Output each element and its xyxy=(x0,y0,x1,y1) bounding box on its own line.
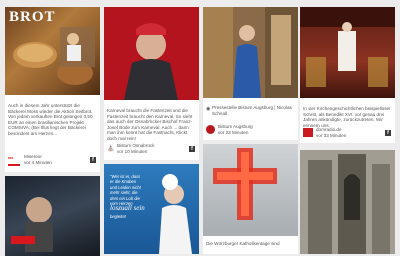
bistum-augsburg-logo xyxy=(206,125,215,134)
cathedral-facade xyxy=(300,150,395,254)
post-source[interactable]: Bistum Augsburg xyxy=(218,124,253,130)
facebook-icon[interactable]: f xyxy=(189,146,195,152)
image-headline: BROT xyxy=(9,9,56,25)
facebook-icon[interactable]: f xyxy=(90,157,96,163)
post-image-cross[interactable] xyxy=(203,144,298,236)
post-meta: domradio.de vor 33 Minuten f xyxy=(303,127,392,141)
post-source[interactable]: Bistum Osnabrück xyxy=(117,143,155,149)
neon-cross xyxy=(213,148,277,220)
post-card-wuerzburg[interactable]: Die Würzburger Katholikentage sind xyxy=(203,144,298,254)
post-card-misereor[interactable]: BROT Auch in diesem Jahr unterstützt die… xyxy=(5,7,100,172)
post-image-bishop[interactable] xyxy=(104,7,199,100)
post-image-cathedral[interactable] xyxy=(300,150,395,254)
post-card-cathedral[interactable] xyxy=(300,150,395,254)
post-meta: ⛪ Bistum Osnabrück vor 10 Minuten f xyxy=(107,143,196,157)
post-image-bread[interactable]: BROT xyxy=(5,7,100,95)
post-meta: Bistum Augsburg vor 23 Minuten xyxy=(206,124,295,138)
post-image-man[interactable] xyxy=(5,176,100,256)
man-portrait xyxy=(11,197,53,252)
post-image-church-interior[interactable] xyxy=(300,7,395,98)
post-text: In vier Kirchengeschichtlichen beispiell… xyxy=(303,106,391,128)
post-card-augsburg[interactable]: ◉ Pressestelle Bistum Augsburg | Nicolas… xyxy=(203,7,298,140)
speaker-scene xyxy=(203,7,298,98)
post-meta: MIS Misereor vor 4 Minuten f xyxy=(8,154,97,168)
quote-footer: begleitet xyxy=(110,214,126,219)
bishop-portrait xyxy=(104,7,199,100)
post-text: Die Würzburger Katholikentage sind xyxy=(206,241,280,246)
quote-emphasis: loszuall sein xyxy=(110,204,145,212)
post-card-quote[interactable]: "Wer ist er, dass er die Knaben und Leid… xyxy=(104,164,199,254)
post-image-speaker[interactable] xyxy=(203,7,298,98)
church-interior xyxy=(300,7,395,87)
post-image-pope[interactable]: "Wer ist er, dass er die Knaben und Leid… xyxy=(104,164,199,254)
photo-caption: Pressestelle Bistum Augsburg | Nicolas S… xyxy=(212,105,292,116)
domradio-logo xyxy=(303,128,313,137)
post-card-osnabrueck[interactable]: Karneval braucht die Fastenzeit und die … xyxy=(104,7,199,160)
facebook-icon[interactable]: f xyxy=(385,130,391,136)
post-time: vor 33 Minuten xyxy=(316,133,347,138)
camera-icon: ◉ xyxy=(206,106,211,112)
post-source[interactable]: domradio.de xyxy=(316,127,342,133)
post-time: vor 4 Minuten xyxy=(24,160,52,165)
post-source[interactable]: Misereor xyxy=(24,154,42,160)
post-text: Auch in diesem Jahr unterstützt die Bäck… xyxy=(8,103,93,136)
post-time: vor 23 Minuten xyxy=(218,130,249,135)
misereor-logo: MIS xyxy=(8,156,20,166)
post-text: Karneval braucht die Fastenzeit und die … xyxy=(107,108,193,141)
post-card-video[interactable] xyxy=(5,176,100,256)
post-card-domradio[interactable]: In vier Kirchengeschichtlichen beispiell… xyxy=(300,7,395,143)
bistum-osnabrueck-logo: ⛪ xyxy=(107,145,115,153)
post-time: vor 10 Minuten xyxy=(117,149,148,154)
